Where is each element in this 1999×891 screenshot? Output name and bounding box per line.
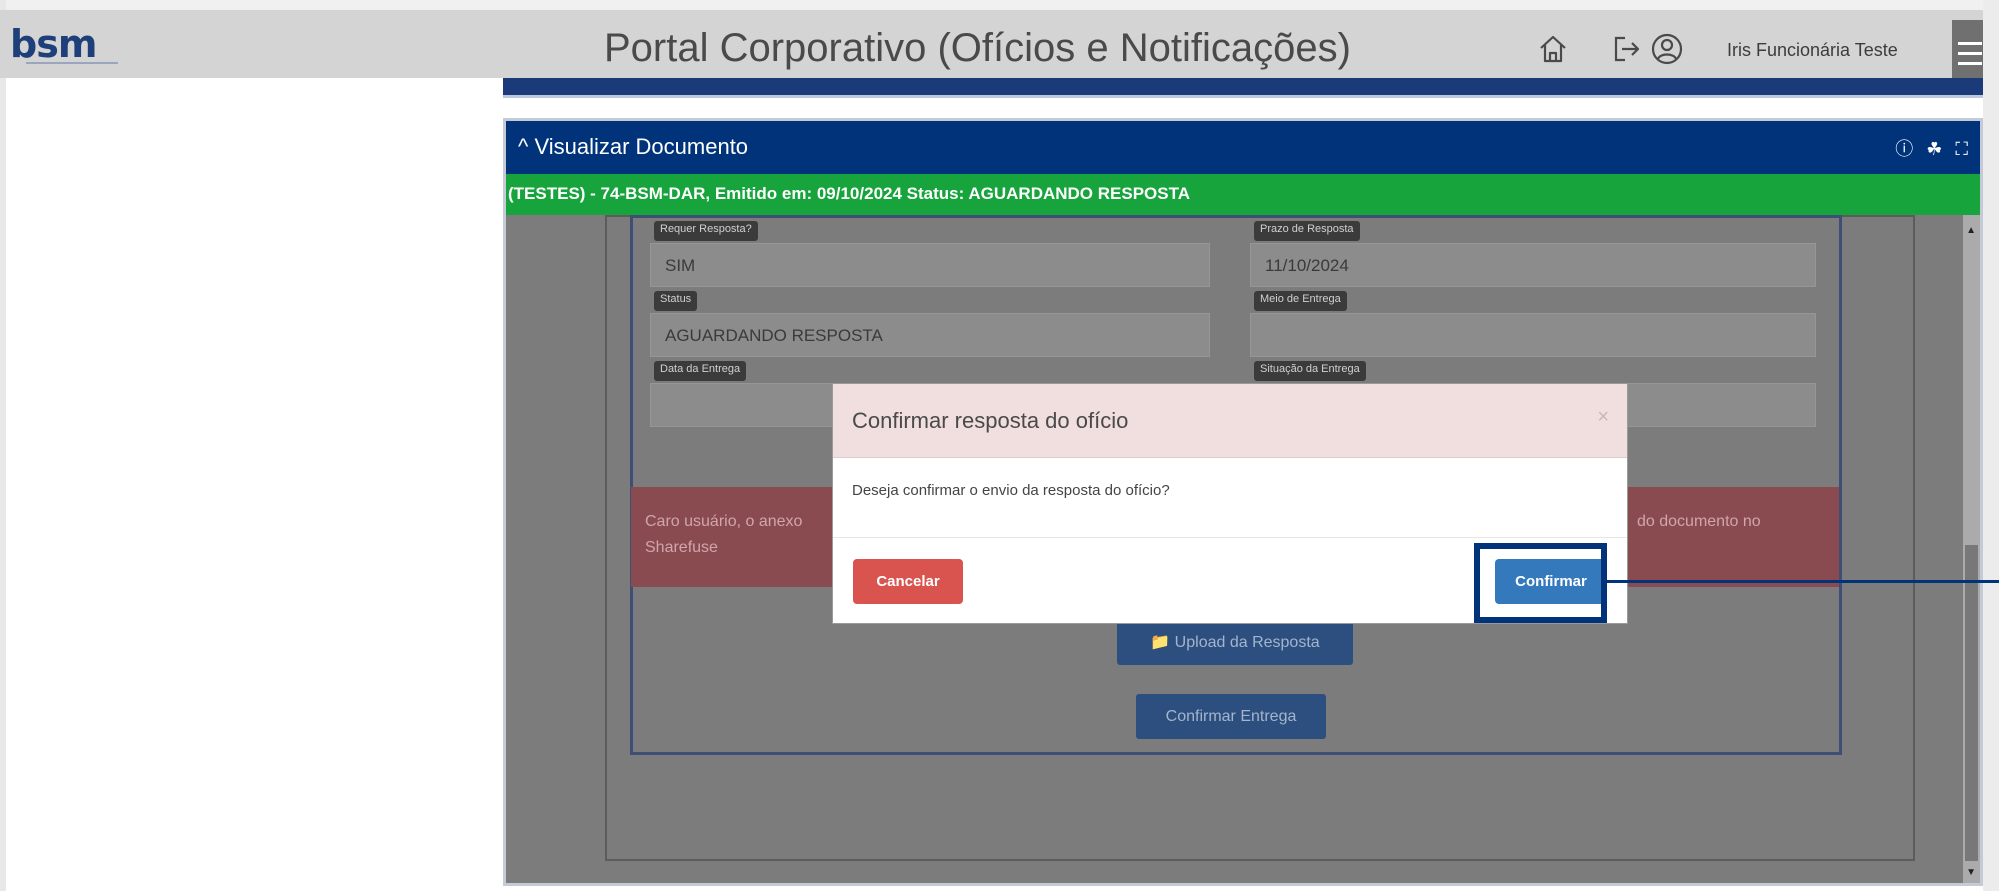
scroll-up-arrow-icon[interactable]: ▲ (1966, 225, 1976, 236)
status-field: AGUARDANDO RESPOSTA (650, 313, 1210, 357)
bsm-logo[interactable]: bsm (10, 22, 97, 66)
alert-text-left-line2: Sharefuse (645, 539, 718, 556)
window-frame-right (1983, 0, 1999, 891)
requer-resposta-label: Requer Resposta? (654, 221, 758, 241)
alert-text-left: Caro usuário, o anexo (645, 513, 803, 530)
panel-tools-icons[interactable]: ⓘ ☘ ⛶ (1895, 135, 1972, 161)
requer-resposta-field: SIM (650, 243, 1210, 287)
meio-entrega-field (1250, 313, 1816, 357)
page-title: Portal Corporativo (Ofícios e Notificaçõ… (604, 26, 1351, 70)
modal-divider (833, 537, 1627, 538)
menu-bar-icon (1958, 42, 1982, 45)
vertical-scrollbar[interactable]: ▲ ▼ (1963, 215, 1980, 883)
data-entrega-label: Data da Entrega (654, 361, 747, 381)
home-icon[interactable] (1536, 32, 1570, 66)
upload-resposta-button[interactable]: 📁 Upload da Resposta (1117, 621, 1353, 665)
collapsed-panel-previous[interactable] (503, 78, 1983, 98)
window-frame-left (0, 0, 6, 891)
logo-tagline (26, 62, 118, 64)
callout-pointer-line (1607, 580, 1999, 583)
confirm-highlight-callout (1474, 543, 1607, 623)
modal-message: Deseja confirmar o envio da resposta do … (852, 482, 1170, 499)
status-label: Status (654, 291, 698, 311)
top-header: bsm Portal Corporativo (Ofícios e Notifi… (0, 10, 1983, 88)
user-avatar-icon[interactable] (1650, 32, 1684, 66)
alert-text-right: do documento no (1637, 513, 1761, 530)
panel-title[interactable]: ^ Visualizar Documento (518, 134, 748, 160)
confirmar-entrega-button[interactable]: Confirmar Entrega (1136, 694, 1326, 739)
meio-entrega-label: Meio de Entrega (1254, 291, 1347, 311)
close-icon[interactable]: × (1597, 406, 1609, 429)
scroll-down-arrow-icon[interactable]: ▼ (1966, 867, 1976, 878)
modal-header: Confirmar resposta do ofício × (833, 384, 1627, 458)
chevron-up-icon[interactable]: ^ (518, 134, 528, 159)
panel-title-label: Visualizar Documento (534, 134, 749, 159)
prazo-resposta-label: Prazo de Resposta (1254, 221, 1360, 241)
menu-bar-icon (1958, 62, 1982, 65)
logout-icon[interactable] (1610, 32, 1644, 66)
scrollbar-thumb[interactable] (1965, 545, 1978, 861)
menu-bar-icon (1958, 52, 1982, 55)
prazo-resposta-field: 11/10/2024 (1250, 243, 1816, 287)
window-frame-top (0, 0, 1999, 10)
modal-title: Confirmar resposta do ofício (852, 408, 1129, 433)
user-name[interactable]: Iris Funcionária Teste (1727, 40, 1898, 61)
document-status-bar: (TESTES) - 74-BSM-DAR, Emitido em: 09/10… (506, 174, 1980, 215)
situacao-entrega-label: Situação da Entrega (1254, 361, 1366, 381)
panel-header[interactable]: ^ Visualizar Documento ⓘ ☘ ⛶ (506, 121, 1980, 174)
cancel-button[interactable]: Cancelar (853, 559, 963, 604)
